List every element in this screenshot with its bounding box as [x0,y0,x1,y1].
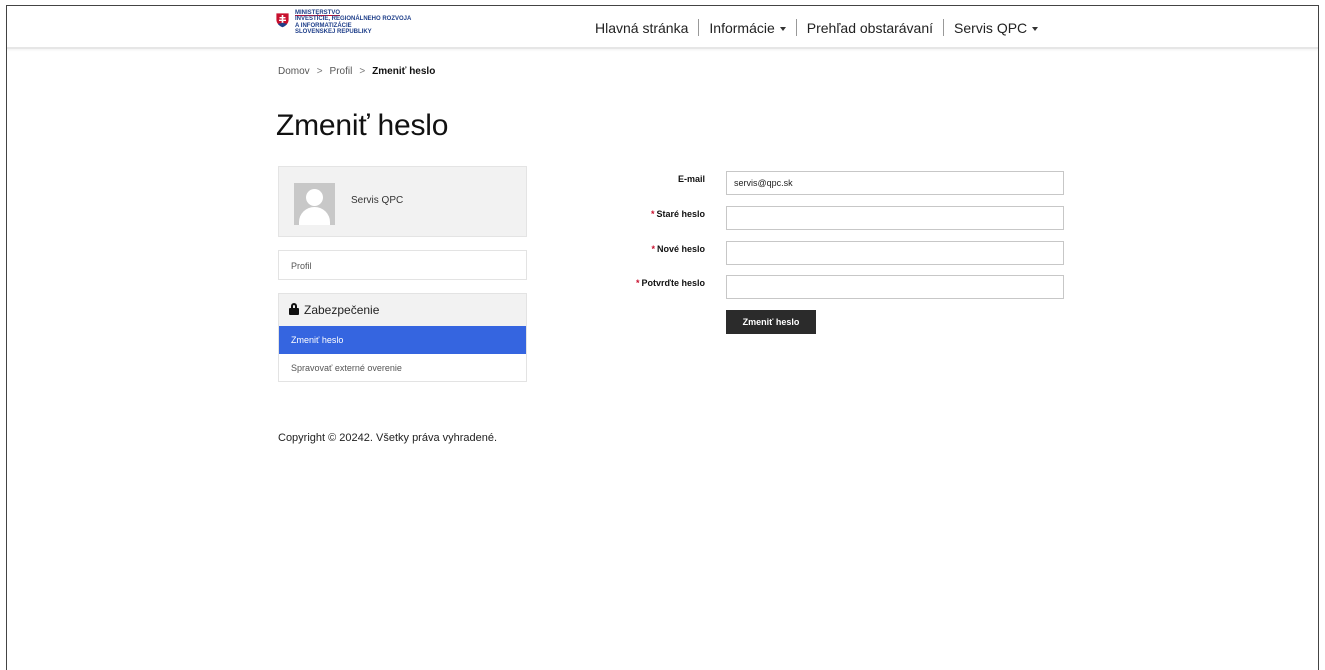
copyright-text: Copyright © 20242. Všetky práva vyhraden… [278,432,498,444]
breadcrumb-current: Zmeniť heslo [372,66,436,77]
sidebar-item-profil[interactable]: Profil [278,250,527,280]
breadcrumb-separator: > [359,66,366,77]
sidebar-item-label: Spravovať externé overenie [291,363,402,373]
old-password-label: * Staré heslo [565,209,705,219]
change-password-button[interactable]: Zmeniť heslo [726,310,816,334]
avatar-icon [294,183,335,225]
email-label: E-mail [565,174,705,184]
nav-prehlad-label: Prehľad obstarávaní [806,19,934,36]
browser-frame: Ministerstvo investície, regionálneho ro… [6,5,1319,670]
sidebar-item-change-password[interactable]: Zmeniť heslo [279,326,526,354]
profile-name: Servis QPC [351,195,404,206]
confirm-password-label-text: Potvrďte heslo [641,278,705,288]
nav-divider [795,19,797,36]
site-header: Ministerstvo investície, regionálneho ro… [7,6,1318,49]
breadcrumb-profil[interactable]: Profil [330,66,353,77]
profile-card: Servis QPC [278,166,527,237]
nav-item-user-menu[interactable]: Servis QPC [954,19,1039,36]
security-menu: Zabezpečenie Zmeniť heslo Spravovať exte… [278,293,527,382]
required-mark: * [651,244,655,254]
caret-down-icon [779,26,786,31]
breadcrumb-separator: > [316,66,323,77]
nav-informacie-label: Informácie [709,19,775,36]
sidebar-item-label: Profil [291,261,312,271]
new-password-label-text: Nové heslo [656,244,705,254]
security-heading-label: Zabezpečenie [304,303,380,317]
confirm-password-label: * Potvrďte heslo [565,278,705,288]
email-label-text: E-mail [677,174,705,184]
slovak-coat-of-arms-icon [275,12,290,28]
ministry-name: Ministerstvo investície, regionálneho ro… [295,10,411,35]
sidebar-item-external-auth[interactable]: Spravovať externé overenie [279,354,526,382]
breadcrumb-home[interactable]: Domov [278,66,310,77]
breadcrumb: Domov > Profil > Zmeniť heslo [278,66,435,77]
required-mark: * [636,278,640,288]
main-nav: Hlavná stránka Informácie Prehľad obstar… [595,19,1039,36]
ministry-logo[interactable]: Ministerstvo investície, regionálneho ro… [275,10,411,35]
nav-user-label: Servis QPC [954,19,1028,36]
caret-down-icon [1032,26,1039,31]
logo-line-2: investície, regionálneho rozvoja [295,16,412,23]
nav-divider [698,19,700,36]
nav-item-prehlad[interactable]: Prehľad obstarávaní [807,20,933,36]
confirm-password-field[interactable] [726,275,1064,299]
old-password-field[interactable] [726,206,1064,230]
new-password-field[interactable] [726,241,1064,265]
logo-line-4: Slovenskej republiky [295,28,372,35]
security-heading: Zabezpečenie [279,294,526,326]
lock-icon [289,303,299,315]
old-password-label-text: Staré heslo [656,209,705,219]
nav-divider [943,19,945,36]
required-mark: * [650,209,655,219]
nav-home-label: Hlavná stránka [595,19,689,36]
sidebar-item-label: Zmeniť heslo [291,335,344,345]
page-title: Zmeniť heslo [276,109,449,142]
nav-item-home[interactable]: Hlavná stránka [595,20,688,36]
email-field[interactable] [726,171,1064,195]
new-password-label: * Nové heslo [565,244,705,254]
nav-item-informacie[interactable]: Informácie [709,19,786,36]
